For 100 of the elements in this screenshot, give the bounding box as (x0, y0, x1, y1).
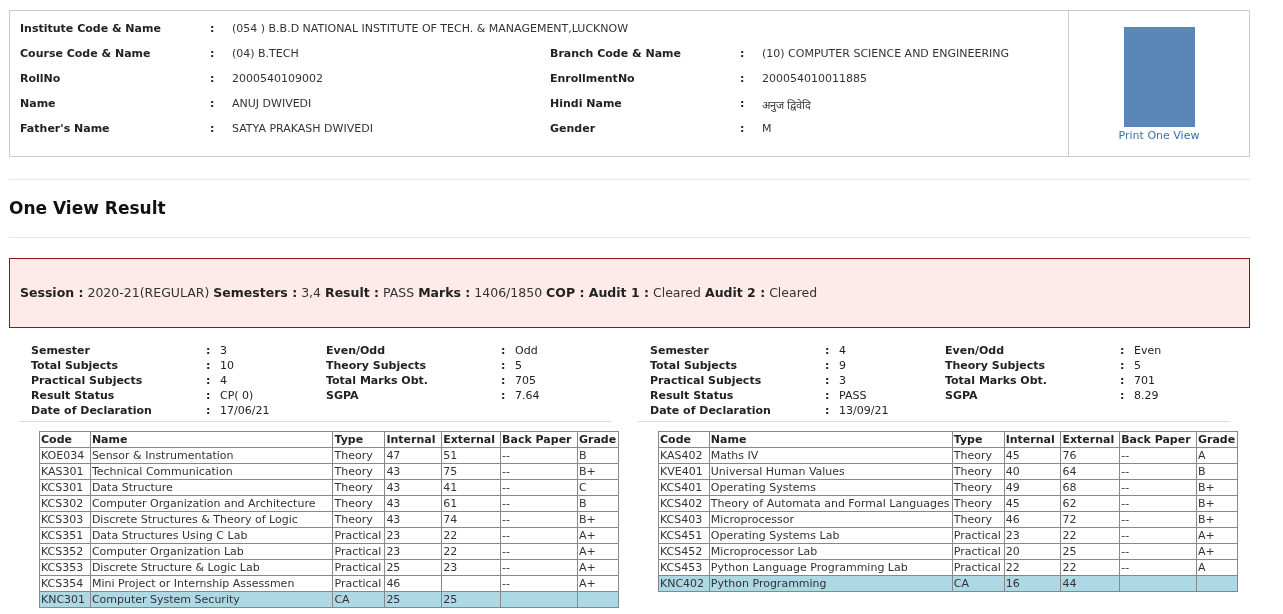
column-header: Code (658, 431, 710, 448)
separator: : (206, 374, 212, 389)
table-cell: Technical Communication (90, 463, 333, 480)
table-cell: 23 (441, 559, 501, 576)
column-header: Name (709, 431, 953, 448)
table-cell: KCS401 (658, 479, 710, 496)
table-cell: 25 (1060, 543, 1120, 560)
table-cell: Python Language Programming Lab (709, 559, 953, 576)
column-header: Name (90, 431, 333, 448)
table-cell: B+ (1196, 511, 1238, 528)
table-cell: -- (1119, 543, 1197, 560)
info-label: Practical Subjects (31, 374, 144, 389)
info-value: 3 (220, 344, 228, 359)
separator: : (210, 47, 216, 62)
field-value: (10) COMPUTER SCIENCE AND ENGINEERING (762, 47, 1011, 62)
field-value: 200054010011885 (762, 72, 868, 87)
table-cell: -- (1119, 511, 1197, 528)
info-label: Semester (650, 344, 710, 359)
field-label: EnrollmentNo (550, 72, 636, 87)
table-cell: B (1196, 463, 1238, 480)
field-label: Course Code & Name (20, 47, 152, 62)
table-cell: -- (500, 479, 578, 496)
table-cell: 22 (441, 527, 501, 544)
table-cell: Theory (332, 447, 385, 464)
info-value: 17/06/21 (220, 404, 271, 419)
table-cell: Practical (952, 527, 1005, 544)
table-cell: B+ (577, 511, 619, 528)
table-cell: 45 (1004, 447, 1061, 464)
table-cell: 23 (1004, 527, 1061, 544)
table-cell: A (1196, 559, 1238, 576)
table-cell: KOE034 (39, 447, 91, 464)
separator: : (1120, 344, 1126, 359)
separator: : (1120, 359, 1126, 374)
table-cell: Sensor & Instrumentation (90, 447, 333, 464)
column-header: Back Paper (1119, 431, 1197, 448)
table-cell: B+ (577, 463, 619, 480)
separator: : (206, 344, 212, 359)
table-cell: -- (1119, 479, 1197, 496)
info-label: Even/Odd (945, 344, 1006, 359)
separator: : (206, 404, 212, 419)
table-cell: Microprocessor (709, 511, 953, 528)
table-cell: Operating Systems (709, 479, 953, 496)
table-cell: Discrete Structures & Theory of Logic (90, 511, 333, 528)
info-value: 705 (515, 374, 537, 389)
field-value: 2000540109002 (232, 72, 324, 87)
table-cell: 22 (1004, 559, 1061, 576)
info-label: Result Status (650, 389, 735, 404)
info-value: CP( 0) (220, 389, 255, 404)
column-header: Code (39, 431, 91, 448)
info-label: Practical Subjects (650, 374, 763, 389)
field-label: Institute Code & Name (20, 22, 162, 37)
info-value: 701 (1134, 374, 1156, 389)
table-cell: B+ (1196, 495, 1238, 512)
table-cell: A+ (1196, 527, 1238, 544)
table-cell: 41 (441, 479, 501, 496)
table-cell: -- (1119, 495, 1197, 512)
table-cell: 40 (1004, 463, 1061, 480)
table-cell: C (577, 479, 619, 496)
info-label: Total Subjects (650, 359, 739, 374)
table-cell: A+ (1196, 543, 1238, 560)
info-label: Even/Odd (326, 344, 387, 359)
table-cell: 46 (1004, 511, 1061, 528)
field-label: RollNo (20, 72, 62, 87)
info-label: Total Subjects (31, 359, 120, 374)
field-value: M (762, 122, 773, 137)
table-cell: KCS354 (39, 575, 91, 592)
table-cell: 22 (1060, 559, 1120, 576)
table-cell: -- (1119, 447, 1197, 464)
table-cell: -- (500, 559, 578, 576)
table-cell: Computer Organization Lab (90, 543, 333, 560)
table-cell: -- (500, 543, 578, 560)
column-header: Type (952, 431, 1005, 448)
result-summary: Session : 2020-21(REGULAR) Semesters : 3,4 Result : PASS Marks : 1406/1850 COP : Audit 1 : Cleared Audit 2 : Cleared (9, 258, 1250, 328)
table-cell: Theory (332, 463, 385, 480)
field-label: Father's Name (20, 122, 111, 137)
column-header: Internal (384, 431, 442, 448)
column-header: Type (332, 431, 385, 448)
separator: : (825, 359, 831, 374)
table-cell: Theory (952, 495, 1005, 512)
table-cell: -- (500, 447, 578, 464)
table-cell: 68 (1060, 479, 1120, 496)
table-cell: KCS302 (39, 495, 91, 512)
table-cell: 61 (441, 495, 501, 512)
print-link[interactable]: Print One View (1118, 129, 1200, 142)
table-cell: 20 (1004, 543, 1061, 560)
table-cell: KAS301 (39, 463, 91, 480)
separator: : (740, 72, 746, 87)
field-value: (04) B.TECH (232, 47, 300, 62)
table-cell: Discrete Structure & Logic Lab (90, 559, 333, 576)
table-cell: -- (1119, 527, 1197, 544)
column-header: Back Paper (500, 431, 578, 448)
separator: : (1120, 389, 1126, 404)
table-cell: Practical (332, 543, 385, 560)
table-cell: Theory (952, 479, 1005, 496)
info-label: Semester (31, 344, 91, 359)
table-cell: Theory (952, 447, 1005, 464)
table-cell: KCS402 (658, 495, 710, 512)
table-cell: Computer Organization and Architecture (90, 495, 333, 512)
table-cell: KCS301 (39, 479, 91, 496)
separator: : (210, 122, 216, 137)
